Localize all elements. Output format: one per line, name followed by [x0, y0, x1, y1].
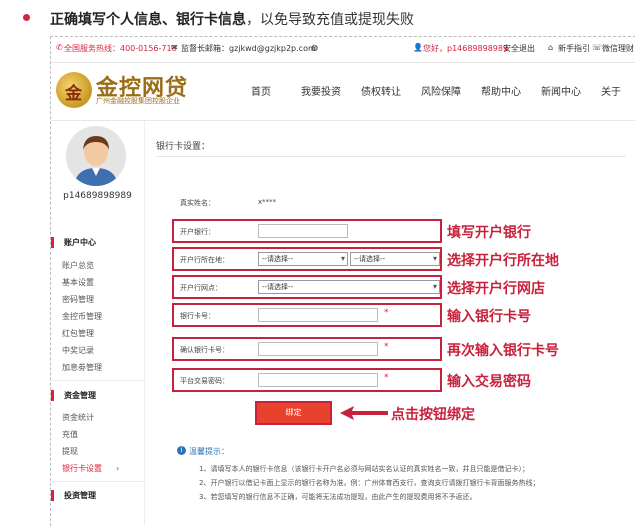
- name-value: x****: [258, 198, 277, 206]
- password-required-mark: *: [384, 373, 389, 383]
- name-label: 真实姓名：: [180, 199, 215, 207]
- greeting-link[interactable]: 您好，p14689898989: [423, 43, 508, 54]
- sidebar-item-coins[interactable]: 金控币管理: [62, 311, 102, 322]
- nav-about[interactable]: 关于: [601, 83, 621, 98]
- logo-icon[interactable]: [56, 72, 92, 108]
- brand-subtitle: 广州金融控股集团控股企业: [96, 97, 180, 105]
- sidebar-funds-title[interactable]: 资金管理: [51, 390, 144, 401]
- sidebar-separator: [51, 380, 144, 381]
- submit-annotation: 点击按钮绑定: [391, 407, 475, 423]
- mail-icon: ✉: [171, 43, 178, 52]
- hotline-text: 全国服务热线：400-0156-718: [64, 44, 177, 53]
- card-annotation: 输入银行卡号: [447, 309, 531, 325]
- wechat-link[interactable]: 微信理财: [602, 43, 634, 54]
- sidebar-separator: [51, 481, 144, 482]
- sidebar-item-red-packets[interactable]: 红包管理: [62, 328, 94, 339]
- intro-rest: ，以免导致充值或提现失败: [246, 12, 414, 28]
- sidebar-item-bank-card-label: 银行卡设置: [62, 464, 102, 473]
- logout-link[interactable]: 安全退出: [503, 43, 535, 54]
- wechat-icon: ☏: [592, 43, 603, 52]
- avatar-person-icon: [66, 126, 126, 186]
- tip-line-3: 3、若您填写的银行信息不正确，可能将无法成功提现，由此产生的提现费用将不予返还。: [199, 493, 477, 501]
- tips-title: 温馨提示：: [189, 447, 229, 456]
- chevron-right-icon: ›: [116, 464, 120, 473]
- confirm-card-input[interactable]: [258, 342, 378, 356]
- sidebar-item-prizes[interactable]: 中奖记录: [62, 345, 94, 356]
- hotline-phone-icon: ✆: [56, 43, 63, 52]
- guide-icon: ⌂: [548, 43, 554, 52]
- branch-label: 开户行网点：: [180, 284, 222, 292]
- user-icon: 👤: [413, 43, 423, 52]
- tip-line-2: 2、开户银行以借记卡面上显示的银行名称为准。例：广州体育西支行，查询支行请拨打银…: [199, 479, 540, 487]
- info-icon: i: [177, 446, 186, 455]
- city-select[interactable]: --请选择--: [350, 252, 440, 266]
- sidebar-item-basic-settings[interactable]: 基本设置: [62, 277, 94, 288]
- confirm-label: 确认银行卡号：: [180, 346, 229, 354]
- password-label: 平台交易密码：: [180, 377, 229, 385]
- branch-annotation: 选择开户行网店: [447, 281, 545, 297]
- username: p14689898989: [63, 191, 132, 201]
- guide-link[interactable]: 新手指引: [558, 43, 590, 54]
- sidebar-item-coupons[interactable]: 加息劵管理: [62, 362, 102, 373]
- location-label: 开户行所在地：: [180, 256, 229, 264]
- arrow-left-icon: [340, 406, 388, 420]
- weibo-icon[interactable]: ◍: [311, 43, 318, 52]
- avatar[interactable]: [66, 126, 126, 186]
- nav-help[interactable]: 帮助中心: [481, 83, 521, 98]
- sidebar-item-password[interactable]: 密码管理: [62, 294, 94, 305]
- page-title: 银行卡设置：: [156, 142, 211, 152]
- confirm-required-mark: *: [384, 342, 389, 352]
- nav-invest[interactable]: 我要投资: [301, 83, 341, 98]
- card-required-mark: *: [384, 308, 389, 318]
- sidebar-account-title[interactable]: 账户中心: [51, 237, 144, 248]
- card-number-input[interactable]: [258, 308, 378, 322]
- sidebar-item-bank-card[interactable]: 银行卡设置 ›: [62, 463, 119, 474]
- title-underline: [156, 156, 626, 157]
- nav-home[interactable]: 首页: [251, 83, 271, 98]
- password-annotation: 输入交易密码: [447, 374, 531, 390]
- card-label: 银行卡号：: [180, 312, 215, 320]
- bullet-dot: [23, 14, 30, 21]
- bank-annotation: 填写开户银行: [447, 225, 531, 241]
- sidebar-invest-title[interactable]: 投资管理: [51, 490, 144, 501]
- top-separator: [51, 62, 635, 63]
- bank-label: 开户银行：: [180, 228, 215, 236]
- branch-select[interactable]: --请选择--: [258, 280, 440, 294]
- sidebar-item-withdraw[interactable]: 提现: [62, 446, 78, 457]
- nav-news[interactable]: 新闻中心: [541, 83, 581, 98]
- sidebar-item-statistics[interactable]: 资金统计: [62, 412, 94, 423]
- confirm-annotation: 再次输入银行卡号: [447, 343, 559, 359]
- top-bar: ✆ 全国服务热线：400-0156-718 ✉ 监督长邮箱：gzjkwd@gzj…: [51, 43, 635, 59]
- sidebar-item-overview[interactable]: 账户总览: [62, 260, 94, 271]
- nav-risk[interactable]: 风险保障: [421, 83, 461, 98]
- nav-transfer[interactable]: 债权转让: [361, 83, 401, 98]
- bind-button[interactable]: 绑定: [255, 401, 332, 425]
- intro-text: 正确填写个人信息、银行卡信息，以免导致充值或提现失败: [50, 9, 414, 29]
- intro-bold: 正确填写个人信息、银行卡信息: [50, 12, 246, 28]
- location-annotation: 选择开户行所在地: [447, 253, 559, 269]
- supervisor-email[interactable]: 监督长邮箱：gzjkwd@gzjkp2p.com: [181, 43, 316, 54]
- sidebar-item-recharge[interactable]: 充值: [62, 429, 78, 440]
- trade-password-input[interactable]: [258, 373, 378, 387]
- tip-line-1: 1、请填写本人的银行卡信息（该银行卡开户名必须与网站实名认证的真实姓名一致，并且…: [199, 465, 529, 473]
- bank-input[interactable]: [258, 224, 348, 238]
- province-select[interactable]: --请选择--: [258, 252, 348, 266]
